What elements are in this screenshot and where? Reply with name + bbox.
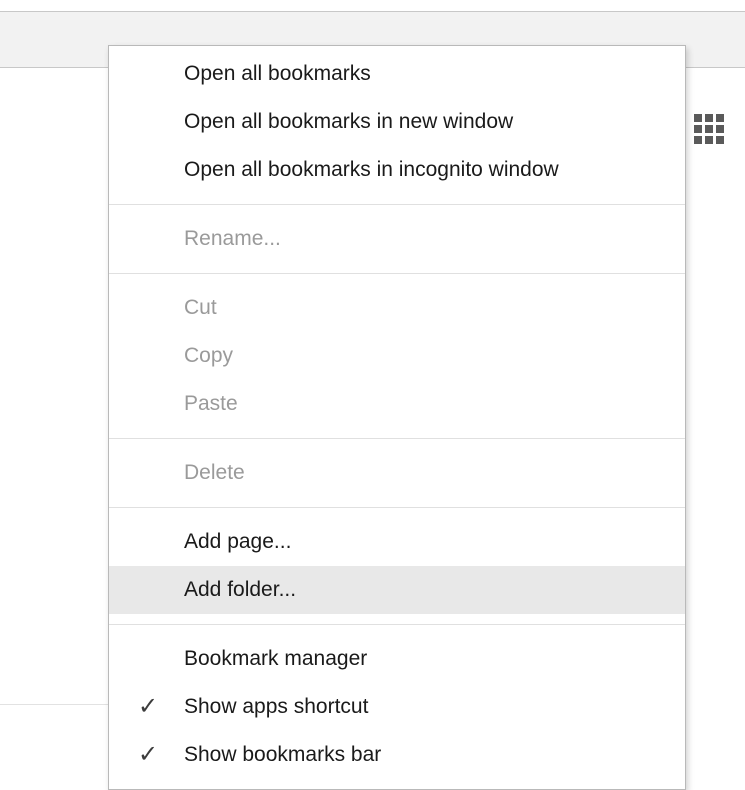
apps-grid-dot [705,125,713,133]
apps-grid-dot [716,136,724,144]
menu-item-open-all-new-window[interactable]: Open all bookmarks in new window [109,98,685,146]
menu-item-label: Delete [184,461,245,484]
menu-item-label: Bookmark manager [184,647,368,670]
menu-item-open-all-bookmarks[interactable]: Open all bookmarks [109,50,685,98]
apps-grid-icon[interactable] [694,114,726,146]
menu-item-label: Copy [184,344,234,367]
apps-grid-dot [705,114,713,122]
menu-item-add-page[interactable]: Add page... [109,518,685,566]
apps-grid-dot [716,114,724,122]
menu-separator [109,204,685,205]
menu-item-show-apps-shortcut[interactable]: ✓ Show apps shortcut [109,683,685,731]
apps-grid-dot [716,125,724,133]
menu-item-add-folder[interactable]: Add folder... [109,566,685,614]
menu-item-label: Cut [184,296,217,319]
menu-item-label: Add folder... [184,578,297,601]
apps-grid-dot [694,114,702,122]
browser-window: Open all bookmarks Open all bookmarks in… [0,0,745,790]
menu-item-label: Open all bookmarks in incognito window [184,158,559,181]
menu-item-show-bookmarks-bar[interactable]: ✓ Show bookmarks bar [109,731,685,779]
menu-item-label: Show apps shortcut [184,695,369,718]
menu-separator [109,438,685,439]
menu-separator [109,624,685,625]
divider [0,704,108,705]
bookmark-context-menu: Open all bookmarks Open all bookmarks in… [108,45,686,790]
checkmark-icon: ✓ [137,741,159,768]
menu-item-copy: Copy [109,332,685,380]
checkmark-icon: ✓ [137,693,159,720]
menu-item-delete: Delete [109,449,685,497]
menu-item-label: Add page... [184,530,292,553]
menu-item-cut: Cut [109,284,685,332]
menu-separator [109,273,685,274]
menu-separator [109,507,685,508]
apps-grid-dot [705,136,713,144]
menu-item-label: Rename... [184,227,281,250]
apps-grid-dot [694,136,702,144]
menu-item-open-all-incognito[interactable]: Open all bookmarks in incognito window [109,146,685,194]
menu-item-rename: Rename... [109,215,685,263]
menu-item-paste: Paste [109,380,685,428]
menu-item-label: Open all bookmarks [184,62,371,85]
menu-item-label: Show bookmarks bar [184,743,382,766]
menu-item-label: Open all bookmarks in new window [184,110,514,133]
apps-grid-dot [694,125,702,133]
menu-item-bookmark-manager[interactable]: Bookmark manager [109,635,685,683]
menu-item-label: Paste [184,392,238,415]
